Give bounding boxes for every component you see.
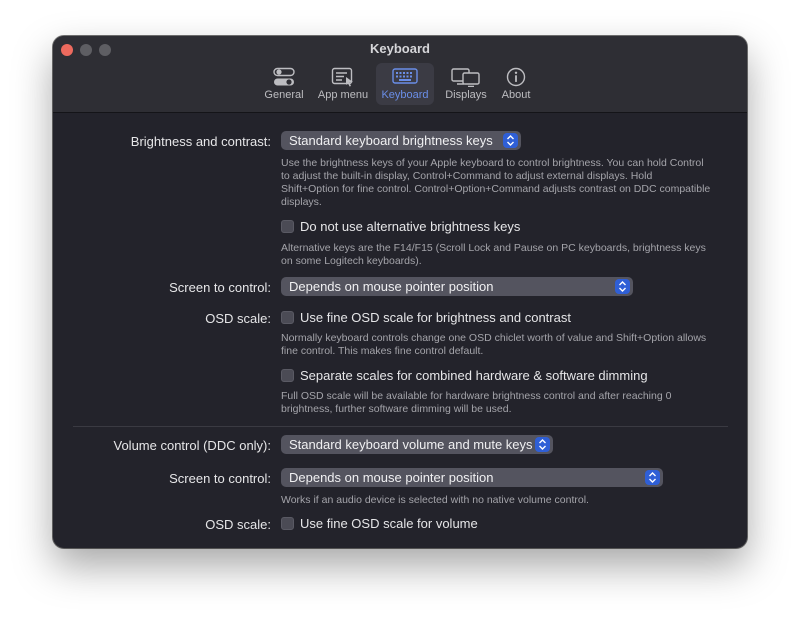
volume-screen-description: Works if an audio device is selected wit…: [281, 494, 589, 506]
tab-keyboard-label: Keyboard: [381, 89, 429, 101]
tab-displays-label: Displays: [445, 89, 487, 101]
popup-stepper-icon: [645, 470, 660, 485]
alt-keys-checkbox[interactable]: [281, 220, 294, 233]
tab-about[interactable]: About: [495, 63, 537, 105]
volume-keys-select-value: Standard keyboard volume and mute keys: [289, 437, 533, 452]
window-title: Keyboard: [370, 41, 430, 56]
brightness-osd-description: Normally keyboard controls change one OS…: [281, 332, 707, 357]
brightness-screen-select-value: Depends on mouse pointer position: [289, 279, 494, 294]
keyboard-icon: [392, 68, 418, 84]
separate-scales-description: Full OSD scale will be available for har…: [281, 390, 672, 415]
preferences-window: Keyboard General App menu Keyboard Displ…: [53, 36, 747, 548]
volume-screen-select-value: Depends on mouse pointer position: [289, 470, 494, 485]
volume-osd-checkbox[interactable]: [281, 517, 294, 530]
brightness-screen-select[interactable]: Depends on mouse pointer position: [281, 277, 633, 296]
brightness-keys-select[interactable]: Standard keyboard brightness keys: [281, 131, 521, 150]
separate-scales-checkbox[interactable]: [281, 369, 294, 382]
brightness-osd-label: OSD scale:: [205, 311, 271, 326]
popup-stepper-icon: [503, 133, 518, 148]
popup-stepper-icon: [615, 279, 630, 294]
volume-keys-select[interactable]: Standard keyboard volume and mute keys: [281, 435, 553, 454]
tab-general[interactable]: General: [261, 63, 307, 105]
brightness-keys-select-value: Standard keyboard brightness keys: [289, 133, 493, 148]
tab-displays[interactable]: Displays: [439, 63, 493, 105]
tab-keyboard[interactable]: Keyboard: [376, 63, 434, 105]
volume-osd-label: OSD scale:: [205, 517, 271, 532]
popup-stepper-icon: [535, 437, 550, 452]
app-menu-icon: [331, 67, 353, 87]
tab-general-label: General: [264, 89, 304, 101]
volume-osd-checkbox-label[interactable]: Use fine OSD scale for volume: [300, 516, 478, 531]
alt-keys-description: Alternative keys are the F14/F15 (Scroll…: [281, 242, 706, 267]
tab-about-label: About: [501, 89, 531, 101]
displays-icon: [451, 68, 480, 87]
brightness-label: Brightness and contrast:: [130, 134, 271, 149]
section-divider: [73, 426, 728, 427]
tab-app-menu[interactable]: App menu: [313, 63, 373, 105]
separate-scales-checkbox-label[interactable]: Separate scales for combined hardware & …: [300, 368, 648, 383]
volume-screen-label: Screen to control:: [169, 471, 271, 486]
toggles-icon: [273, 67, 295, 86]
tab-app-menu-label: App menu: [317, 89, 369, 101]
titlebar: Keyboard General App menu Keyboard Displ…: [53, 36, 747, 113]
volume-screen-select[interactable]: Depends on mouse pointer position: [281, 468, 663, 487]
info-icon: [506, 67, 526, 87]
volume-label: Volume control (DDC only):: [113, 438, 272, 453]
alt-keys-checkbox-label[interactable]: Do not use alternative brightness keys: [300, 219, 520, 234]
brightness-screen-label: Screen to control:: [169, 280, 271, 295]
brightness-osd-checkbox-label[interactable]: Use fine OSD scale for brightness and co…: [300, 310, 571, 325]
brightness-osd-checkbox[interactable]: [281, 311, 294, 324]
brightness-description: Use the brightness keys of your Apple ke…: [281, 157, 711, 208]
